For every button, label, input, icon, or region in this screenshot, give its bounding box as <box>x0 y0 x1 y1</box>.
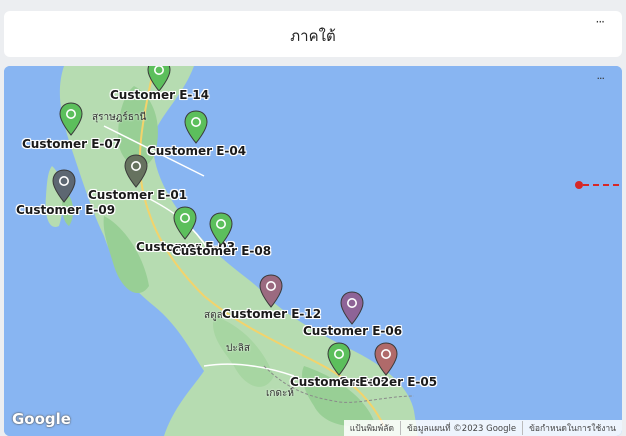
map-marker-pin[interactable] <box>59 102 83 136</box>
map-marker-pin[interactable] <box>184 110 208 144</box>
map-marker-pin[interactable] <box>209 212 233 246</box>
more-options-button[interactable]: ··· <box>596 15 606 29</box>
place-label: สุราษฎร์ธานี <box>92 112 147 123</box>
map-marker-pin[interactable] <box>259 274 283 308</box>
place-label: ปะลิส <box>226 343 250 354</box>
terms-of-use-link[interactable]: ข้อกำหนดในการใช้งาน <box>522 421 622 435</box>
map-marker-label: Customer E-08 <box>172 244 272 258</box>
keyboard-shortcuts-link[interactable]: แป้นพิมพ์ลัด <box>344 421 400 435</box>
map-marker-label: Customer E-14 <box>110 88 210 102</box>
map-attribution: แป้นพิมพ์ลัด ข้อมูลแผนที่ ©2023 Google ข… <box>343 420 622 436</box>
map-marker-label: Customer E-06 <box>303 324 403 338</box>
map-marker-pin[interactable] <box>327 342 351 376</box>
place-label: สตูล <box>204 310 223 321</box>
google-logo: Google <box>12 410 71 428</box>
map-more-options-button[interactable]: ··· <box>597 72 605 85</box>
map-marker-pin[interactable] <box>124 154 148 188</box>
map-marker-pin[interactable] <box>374 342 398 376</box>
section-header: ภาคใต้ ··· <box>4 11 622 57</box>
map-marker-label: Customer E-01 <box>88 188 188 202</box>
map-marker-label: Customer E-12 <box>222 307 322 321</box>
section-title: ภาคใต้ <box>290 27 336 45</box>
map-marker-label: Customer E-07 <box>22 137 122 151</box>
map-view[interactable]: ··· สุราษฎร์ธานี สตูล ปะลิส เกดะห์ Custo… <box>4 66 622 436</box>
map-marker-label: Customer E-09 <box>16 203 116 217</box>
map-marker-label: Customer E-04 <box>147 144 247 158</box>
map-data-credit: ข้อมูลแผนที่ ©2023 Google <box>400 421 522 435</box>
map-marker-label: Customer E-02 <box>290 375 390 389</box>
map-marker-pin[interactable] <box>52 169 76 203</box>
map-marker-pin[interactable] <box>173 206 197 240</box>
map-marker-pin[interactable] <box>340 291 364 325</box>
